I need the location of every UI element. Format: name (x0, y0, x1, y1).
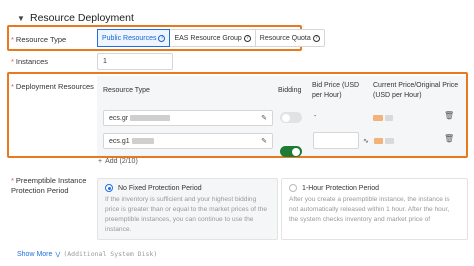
protection-option-1hour[interactable]: 1-Hour Protection Period After you creat… (281, 178, 468, 240)
resource-value: ecs.g1 (109, 137, 130, 145)
edit-icon[interactable]: ✎ (261, 137, 267, 145)
col-header-resource-type: Resource Type (103, 87, 150, 94)
redacted-text (130, 115, 171, 121)
option-title: No Fixed Protection Period (118, 184, 202, 192)
resource-select-row-2[interactable]: ecs.g1 ✎ (103, 133, 273, 149)
col-header-bidding: Bidding (278, 87, 302, 94)
redacted-price (373, 115, 383, 121)
col-header-bid-price: Bid Price (USD per Hour) (312, 82, 360, 99)
required-marker: * (11, 82, 14, 91)
required-marker: * (11, 57, 14, 66)
option-label: Resource Quota (259, 34, 311, 42)
bid-price-row-1: - (314, 113, 317, 120)
radio-unselected[interactable] (289, 184, 297, 192)
redacted-price (374, 138, 383, 144)
section-title: Resource Deployment (30, 12, 134, 24)
option-public-resources[interactable]: Public Resources ? (97, 29, 171, 47)
show-more-label: Show More (17, 250, 53, 258)
redacted-price (385, 138, 394, 144)
help-icon[interactable]: ? (243, 34, 251, 42)
instances-input[interactable]: 1 (97, 53, 173, 70)
deployment-label-text: Deployment Resources (15, 82, 94, 91)
resource-select-row-1[interactable]: ecs.gr ✎ (103, 110, 273, 126)
option-eas-resource-group[interactable]: EAS Resource Group ? (170, 30, 256, 46)
toggle-knob (282, 113, 290, 122)
add-resource-button[interactable]: + Add (2/10) (98, 158, 138, 165)
bid-price-input-row-2[interactable] (313, 132, 359, 149)
option-title: 1-Hour Protection Period (302, 184, 380, 192)
protection-label-text: Preemptible Instance Protection Period (11, 176, 87, 195)
current-price-row-1 (373, 115, 393, 121)
redacted-text (131, 138, 154, 144)
col-header-current-price: Current Price/Original Price (USD per Ho… (373, 82, 459, 99)
deployment-resources-label: * Deployment Resources (11, 82, 94, 92)
option-description: After you create a preemptible instance,… (289, 196, 450, 223)
trash-icon[interactable]: 🗑 (444, 111, 454, 120)
resource-type-selector[interactable]: Public Resources ? EAS Resource Group ? … (97, 29, 325, 47)
required-marker: * (11, 176, 14, 185)
add-label: Add (2/10) (105, 158, 138, 165)
collapse-caret-icon[interactable]: ▼ (17, 14, 26, 23)
help-icon[interactable]: ? (312, 34, 320, 42)
bidding-toggle-row-2[interactable] (280, 146, 302, 157)
edit-icon[interactable]: ✎ (261, 114, 267, 122)
current-price-row-2 (374, 138, 394, 144)
toggle-knob (292, 147, 300, 156)
show-more-link[interactable]: Show More ⋁ (Additional System Disk) (17, 250, 157, 258)
chart-icon[interactable]: ∿ (363, 137, 369, 145)
protection-label: * Preemptible Instance Protection Period (11, 176, 95, 196)
help-icon[interactable]: ? (158, 34, 166, 42)
protection-option-none[interactable]: No Fixed Protection Period If the invent… (97, 178, 278, 240)
option-label: Public Resources (102, 34, 157, 42)
instances-value: 1 (103, 58, 107, 65)
resource-value: ecs.gr (109, 114, 129, 122)
instances-label: * Instances (11, 57, 48, 67)
trash-icon[interactable]: 🗑 (444, 134, 454, 143)
option-label: EAS Resource Group (174, 34, 242, 42)
plus-icon: + (98, 158, 103, 165)
radio-selected[interactable] (105, 184, 113, 192)
show-more-sub: (Additional System Disk) (63, 250, 158, 258)
redacted-price (385, 115, 393, 121)
option-description: If the inventory is sufficient and your … (105, 196, 267, 233)
bidding-toggle-row-1[interactable] (280, 112, 302, 123)
section-header[interactable]: ▼ Resource Deployment (17, 12, 134, 24)
double-chevron-down-icon: ⋁ (55, 251, 61, 258)
instances-label-text: Instances (15, 57, 49, 66)
option-resource-quota[interactable]: Resource Quota ? (256, 30, 324, 46)
